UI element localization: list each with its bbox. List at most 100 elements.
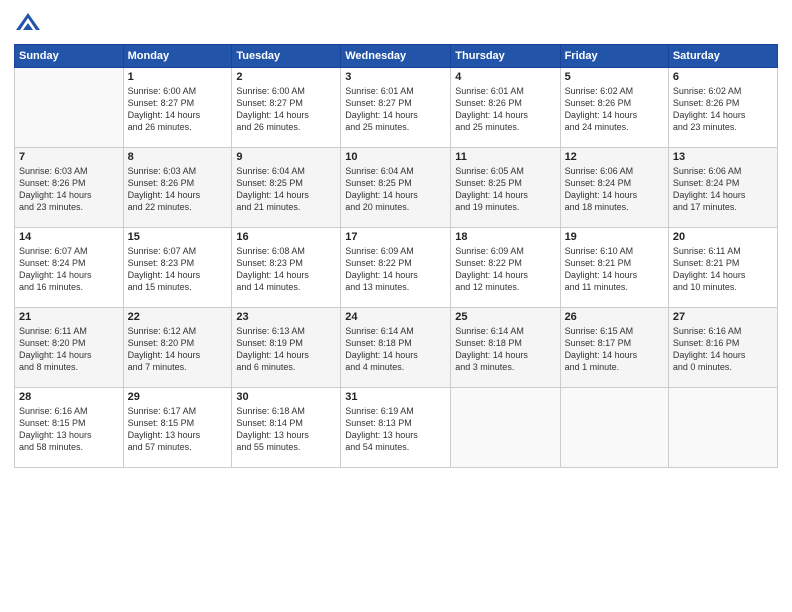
cell-day-number: 19 [565,231,664,243]
calendar-cell: 30Sunrise: 6:18 AM Sunset: 8:14 PM Dayli… [232,388,341,468]
calendar-body: 1 Sunrise: 6:00 AM Sunset: 8:27 PM Daylig… [15,68,778,468]
cell-day-number: 14 [19,231,119,243]
calendar-header: SundayMondayTuesdayWednesdayThursdayFrid… [15,45,778,68]
cell-info-text: Sunrise: 6:11 AM Sunset: 8:21 PM Dayligh… [673,245,773,294]
calendar-cell: 14 Sunrise: 6:07 AM Sunset: 8:24 PM Dayli… [15,228,124,308]
calendar-cell: 12 Sunrise: 6:06 AM Sunset: 8:24 PM Dayli… [560,148,668,228]
cell-day-number: 21 [19,311,119,323]
cell-day-number: 28 [19,391,119,403]
cell-info-text: Sunrise: 6:09 AM Sunset: 8:22 PM Dayligh… [455,245,555,294]
calendar-cell: 20Sunrise: 6:11 AM Sunset: 8:21 PM Dayli… [668,228,777,308]
cell-info-text: Sunrise: 6:17 AM Sunset: 8:15 PM Dayligh… [128,405,228,454]
calendar-cell: 7 Sunrise: 6:03 AM Sunset: 8:26 PM Daylig… [15,148,124,228]
weekday-header-sunday: Sunday [15,45,124,68]
calendar-cell: 16Sunrise: 6:08 AM Sunset: 8:23 PM Dayli… [232,228,341,308]
calendar-cell: 1 Sunrise: 6:00 AM Sunset: 8:27 PM Daylig… [123,68,232,148]
cell-info-text: Sunrise: 6:03 AM Sunset: 8:26 PM Dayligh… [19,165,119,214]
cell-info-text: Sunrise: 6:14 AM Sunset: 8:18 PM Dayligh… [455,325,555,374]
calendar-cell [560,388,668,468]
cell-day-number: 7 [19,151,119,163]
calendar-cell: 21 Sunrise: 6:11 AM Sunset: 8:20 PM Dayli… [15,308,124,388]
cell-day-number: 8 [128,151,228,163]
cell-info-text: Sunrise: 6:14 AM Sunset: 8:18 PM Dayligh… [345,325,446,374]
calendar-cell: 22 Sunrise: 6:12 AM Sunset: 8:20 PM Dayli… [123,308,232,388]
cell-day-number: 6 [673,71,773,83]
cell-info-text: Sunrise: 6:07 AM Sunset: 8:24 PM Dayligh… [19,245,119,294]
cell-info-text: Sunrise: 6:02 AM Sunset: 8:26 PM Dayligh… [673,85,773,134]
cell-info-text: Sunrise: 6:12 AM Sunset: 8:20 PM Dayligh… [128,325,228,374]
cell-info-text: Sunrise: 6:03 AM Sunset: 8:26 PM Dayligh… [128,165,228,214]
calendar-week-row: 7 Sunrise: 6:03 AM Sunset: 8:26 PM Daylig… [15,148,778,228]
calendar-week-row: 28 Sunrise: 6:16 AM Sunset: 8:15 PM Dayli… [15,388,778,468]
cell-day-number: 27 [673,311,773,323]
cell-info-text: Sunrise: 6:01 AM Sunset: 8:27 PM Dayligh… [345,85,446,134]
cell-day-number: 30 [236,391,336,403]
cell-day-number: 22 [128,311,228,323]
calendar-cell: 11 Sunrise: 6:05 AM Sunset: 8:25 PM Dayli… [451,148,560,228]
cell-info-text: Sunrise: 6:09 AM Sunset: 8:22 PM Dayligh… [345,245,446,294]
logo [14,10,46,38]
cell-day-number: 31 [345,391,446,403]
logo-icon [14,10,42,38]
cell-info-text: Sunrise: 6:15 AM Sunset: 8:17 PM Dayligh… [565,325,664,374]
calendar-cell: 19 Sunrise: 6:10 AM Sunset: 8:21 PM Dayli… [560,228,668,308]
calendar-cell: 6 Sunrise: 6:02 AM Sunset: 8:26 PM Daylig… [668,68,777,148]
calendar-cell: 4Sunrise: 6:01 AM Sunset: 8:26 PM Daylig… [451,68,560,148]
calendar-cell: 28 Sunrise: 6:16 AM Sunset: 8:15 PM Dayli… [15,388,124,468]
cell-info-text: Sunrise: 6:16 AM Sunset: 8:16 PM Dayligh… [673,325,773,374]
calendar-cell: 31 Sunrise: 6:19 AM Sunset: 8:13 PM Dayli… [341,388,451,468]
cell-day-number: 17 [345,231,446,243]
calendar-cell: 29 Sunrise: 6:17 AM Sunset: 8:15 PM Dayli… [123,388,232,468]
cell-day-number: 12 [565,151,664,163]
cell-info-text: Sunrise: 6:19 AM Sunset: 8:13 PM Dayligh… [345,405,446,454]
cell-day-number: 10 [345,151,446,163]
cell-info-text: Sunrise: 6:16 AM Sunset: 8:15 PM Dayligh… [19,405,119,454]
cell-info-text: Sunrise: 6:04 AM Sunset: 8:25 PM Dayligh… [236,165,336,214]
calendar-week-row: 1 Sunrise: 6:00 AM Sunset: 8:27 PM Daylig… [15,68,778,148]
header [14,10,778,38]
cell-day-number: 23 [236,311,336,323]
cell-info-text: Sunrise: 6:13 AM Sunset: 8:19 PM Dayligh… [236,325,336,374]
calendar-cell: 3 Sunrise: 6:01 AM Sunset: 8:27 PM Daylig… [341,68,451,148]
weekday-header-row: SundayMondayTuesdayWednesdayThursdayFrid… [15,45,778,68]
calendar-cell: 27 Sunrise: 6:16 AM Sunset: 8:16 PM Dayli… [668,308,777,388]
calendar-cell: 24Sunrise: 6:14 AM Sunset: 8:18 PM Dayli… [341,308,451,388]
calendar-cell: 13Sunrise: 6:06 AM Sunset: 8:24 PM Dayli… [668,148,777,228]
weekday-header-thursday: Thursday [451,45,560,68]
weekday-header-friday: Friday [560,45,668,68]
calendar-cell [15,68,124,148]
cell-day-number: 26 [565,311,664,323]
calendar-cell: 26 Sunrise: 6:15 AM Sunset: 8:17 PM Dayli… [560,308,668,388]
cell-day-number: 16 [236,231,336,243]
cell-info-text: Sunrise: 6:00 AM Sunset: 8:27 PM Dayligh… [128,85,228,134]
weekday-header-tuesday: Tuesday [232,45,341,68]
cell-day-number: 29 [128,391,228,403]
calendar-cell: 5 Sunrise: 6:02 AM Sunset: 8:26 PM Daylig… [560,68,668,148]
calendar-cell: 8 Sunrise: 6:03 AM Sunset: 8:26 PM Daylig… [123,148,232,228]
cell-info-text: Sunrise: 6:04 AM Sunset: 8:25 PM Dayligh… [345,165,446,214]
cell-day-number: 5 [565,71,664,83]
cell-day-number: 11 [455,151,555,163]
calendar-cell: 9Sunrise: 6:04 AM Sunset: 8:25 PM Daylig… [232,148,341,228]
cell-info-text: Sunrise: 6:10 AM Sunset: 8:21 PM Dayligh… [565,245,664,294]
cell-day-number: 15 [128,231,228,243]
calendar-cell: 18 Sunrise: 6:09 AM Sunset: 8:22 PM Dayli… [451,228,560,308]
cell-day-number: 3 [345,71,446,83]
weekday-header-monday: Monday [123,45,232,68]
weekday-header-saturday: Saturday [668,45,777,68]
cell-info-text: Sunrise: 6:05 AM Sunset: 8:25 PM Dayligh… [455,165,555,214]
cell-day-number: 2 [236,71,336,83]
calendar-week-row: 14 Sunrise: 6:07 AM Sunset: 8:24 PM Dayli… [15,228,778,308]
cell-day-number: 18 [455,231,555,243]
calendar-cell: 10 Sunrise: 6:04 AM Sunset: 8:25 PM Dayli… [341,148,451,228]
calendar-cell [668,388,777,468]
cell-day-number: 25 [455,311,555,323]
cell-day-number: 1 [128,71,228,83]
calendar-page: SundayMondayTuesdayWednesdayThursdayFrid… [0,0,792,612]
cell-info-text: Sunrise: 6:01 AM Sunset: 8:26 PM Dayligh… [455,85,555,134]
calendar-cell: 2Sunrise: 6:00 AM Sunset: 8:27 PM Daylig… [232,68,341,148]
cell-info-text: Sunrise: 6:06 AM Sunset: 8:24 PM Dayligh… [565,165,664,214]
cell-info-text: Sunrise: 6:11 AM Sunset: 8:20 PM Dayligh… [19,325,119,374]
cell-info-text: Sunrise: 6:02 AM Sunset: 8:26 PM Dayligh… [565,85,664,134]
cell-info-text: Sunrise: 6:07 AM Sunset: 8:23 PM Dayligh… [128,245,228,294]
